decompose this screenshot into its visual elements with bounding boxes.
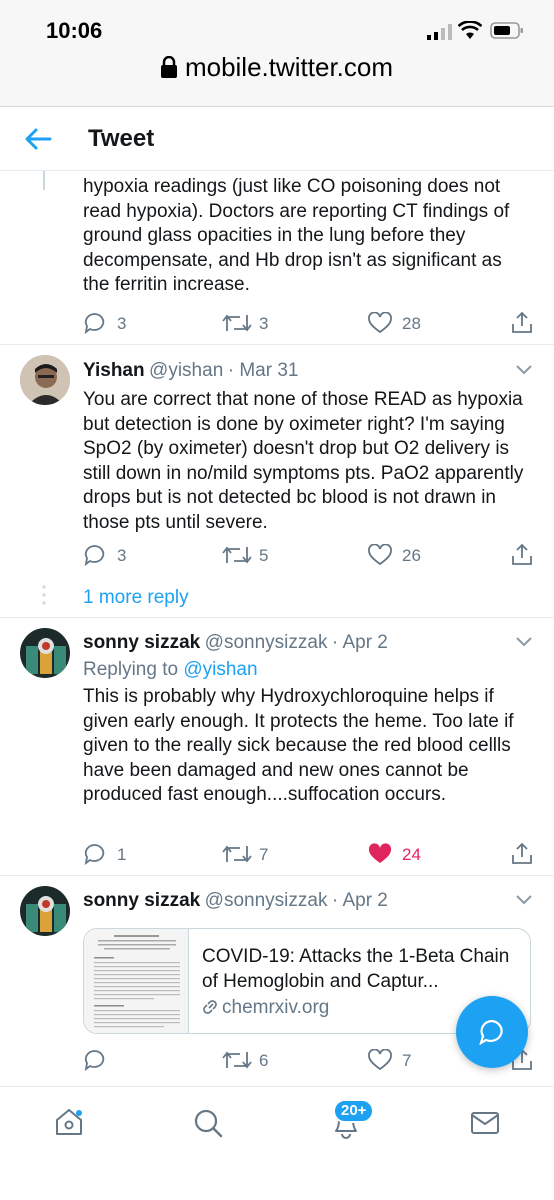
retweet-icon[interactable] — [222, 844, 252, 864]
divider — [0, 344, 554, 345]
card-title: COVID-19: Attacks the 1-Beta Chain of He… — [202, 946, 510, 992]
divider — [0, 617, 554, 618]
chevron-down-icon[interactable] — [515, 894, 533, 906]
author-name[interactable]: Yishan — [83, 360, 145, 381]
back-arrow-icon[interactable] — [22, 125, 54, 153]
battery-icon — [490, 22, 524, 39]
share-icon[interactable] — [511, 310, 533, 334]
thread-dots — [42, 584, 46, 610]
avatar[interactable] — [20, 886, 70, 936]
tweet-author-row: sonny sizzak @sonnysizzak · Apr 2 — [83, 890, 388, 912]
replying-handle-link[interactable]: @yishan — [183, 659, 257, 680]
retweet-count: 7 — [259, 845, 269, 864]
home-icon[interactable] — [55, 1107, 83, 1137]
tweet-author-row: sonny sizzak @sonnysizzak · Apr 2 — [83, 632, 388, 654]
replying-prefix: Replying to — [83, 659, 179, 680]
heart-icon[interactable] — [368, 312, 392, 334]
retweet-icon[interactable] — [222, 545, 252, 565]
card-domain-row: chemrxiv.org — [202, 997, 329, 1019]
heart-icon[interactable] — [368, 1049, 392, 1071]
author-name[interactable]: sonny sizzak — [83, 890, 200, 911]
tweet-text: You are correct that none of those READ … — [83, 389, 524, 533]
reply-icon[interactable] — [84, 1049, 106, 1071]
like-count: 7 — [402, 1051, 412, 1070]
avatar[interactable] — [20, 355, 70, 405]
author-handle[interactable]: @yishan — [149, 360, 223, 381]
search-icon[interactable] — [193, 1108, 223, 1138]
author-name[interactable]: sonny sizzak — [83, 632, 200, 653]
reply-count: 3 — [117, 314, 127, 333]
chevron-down-icon[interactable] — [515, 636, 533, 648]
reply-icon[interactable] — [84, 544, 106, 566]
share-icon[interactable] — [511, 542, 533, 566]
author-handle[interactable]: @sonnysizzak — [205, 890, 328, 911]
browser-chrome: 10:06 mobile.twitter.com — [0, 0, 554, 107]
compose-reply-button[interactable] — [456, 996, 528, 1068]
tweet-date[interactable]: · Apr 2 — [332, 890, 388, 911]
retweet-count: 6 — [259, 1051, 269, 1070]
replying-to: Replying to @yishan — [83, 659, 258, 681]
reply-count: 3 — [117, 546, 127, 565]
share-icon[interactable] — [511, 841, 533, 865]
retweet-count: 3 — [259, 314, 269, 333]
page-title: Tweet — [88, 125, 155, 152]
notifications-badge: 20+ — [333, 1099, 375, 1123]
messages-icon[interactable] — [470, 1111, 500, 1135]
bottom-tab-bar: 20+ — [0, 1086, 554, 1200]
cellular-signal-icon — [427, 24, 453, 40]
reply-icon[interactable] — [84, 843, 106, 865]
card-thumbnail — [84, 929, 189, 1033]
compose-icon — [479, 1019, 505, 1045]
like-count: 26 — [402, 546, 421, 565]
tweet-text: This is probably why Hydroxychloroquine … — [83, 686, 514, 805]
status-time: 10:06 — [46, 18, 103, 43]
like-count: 24 — [402, 845, 421, 864]
wifi-icon — [458, 21, 482, 40]
heart-icon[interactable] — [368, 544, 392, 566]
retweet-count: 5 — [259, 546, 269, 565]
tweet-date[interactable]: · Apr 2 — [332, 632, 388, 653]
heart-filled-icon[interactable] — [368, 843, 392, 865]
reply-icon[interactable] — [84, 312, 106, 334]
tweet-date[interactable]: · Mar 31 — [228, 360, 299, 381]
url-text: mobile.twitter.com — [184, 52, 394, 82]
card-domain: chemrxiv.org — [222, 997, 330, 1018]
thread-line — [43, 171, 45, 190]
tweet-header: Tweet — [0, 107, 554, 171]
tweet-author-row: Yishan @yishan · Mar 31 — [83, 360, 298, 382]
like-count: 28 — [402, 314, 421, 333]
more-replies-link[interactable]: 1 more reply — [83, 587, 189, 609]
chevron-down-icon[interactable] — [515, 364, 533, 376]
retweet-icon[interactable] — [222, 1050, 252, 1070]
lock-icon — [160, 56, 177, 78]
retweet-icon[interactable] — [222, 313, 252, 333]
address-bar[interactable]: mobile.twitter.com — [0, 52, 554, 83]
tweet-text: hypoxia readings (just like CO poisoning… — [83, 176, 510, 295]
reply-count: 1 — [117, 845, 127, 864]
avatar[interactable] — [20, 628, 70, 678]
author-handle[interactable]: @sonnysizzak — [205, 632, 328, 653]
link-icon — [202, 999, 218, 1015]
divider — [0, 875, 554, 876]
